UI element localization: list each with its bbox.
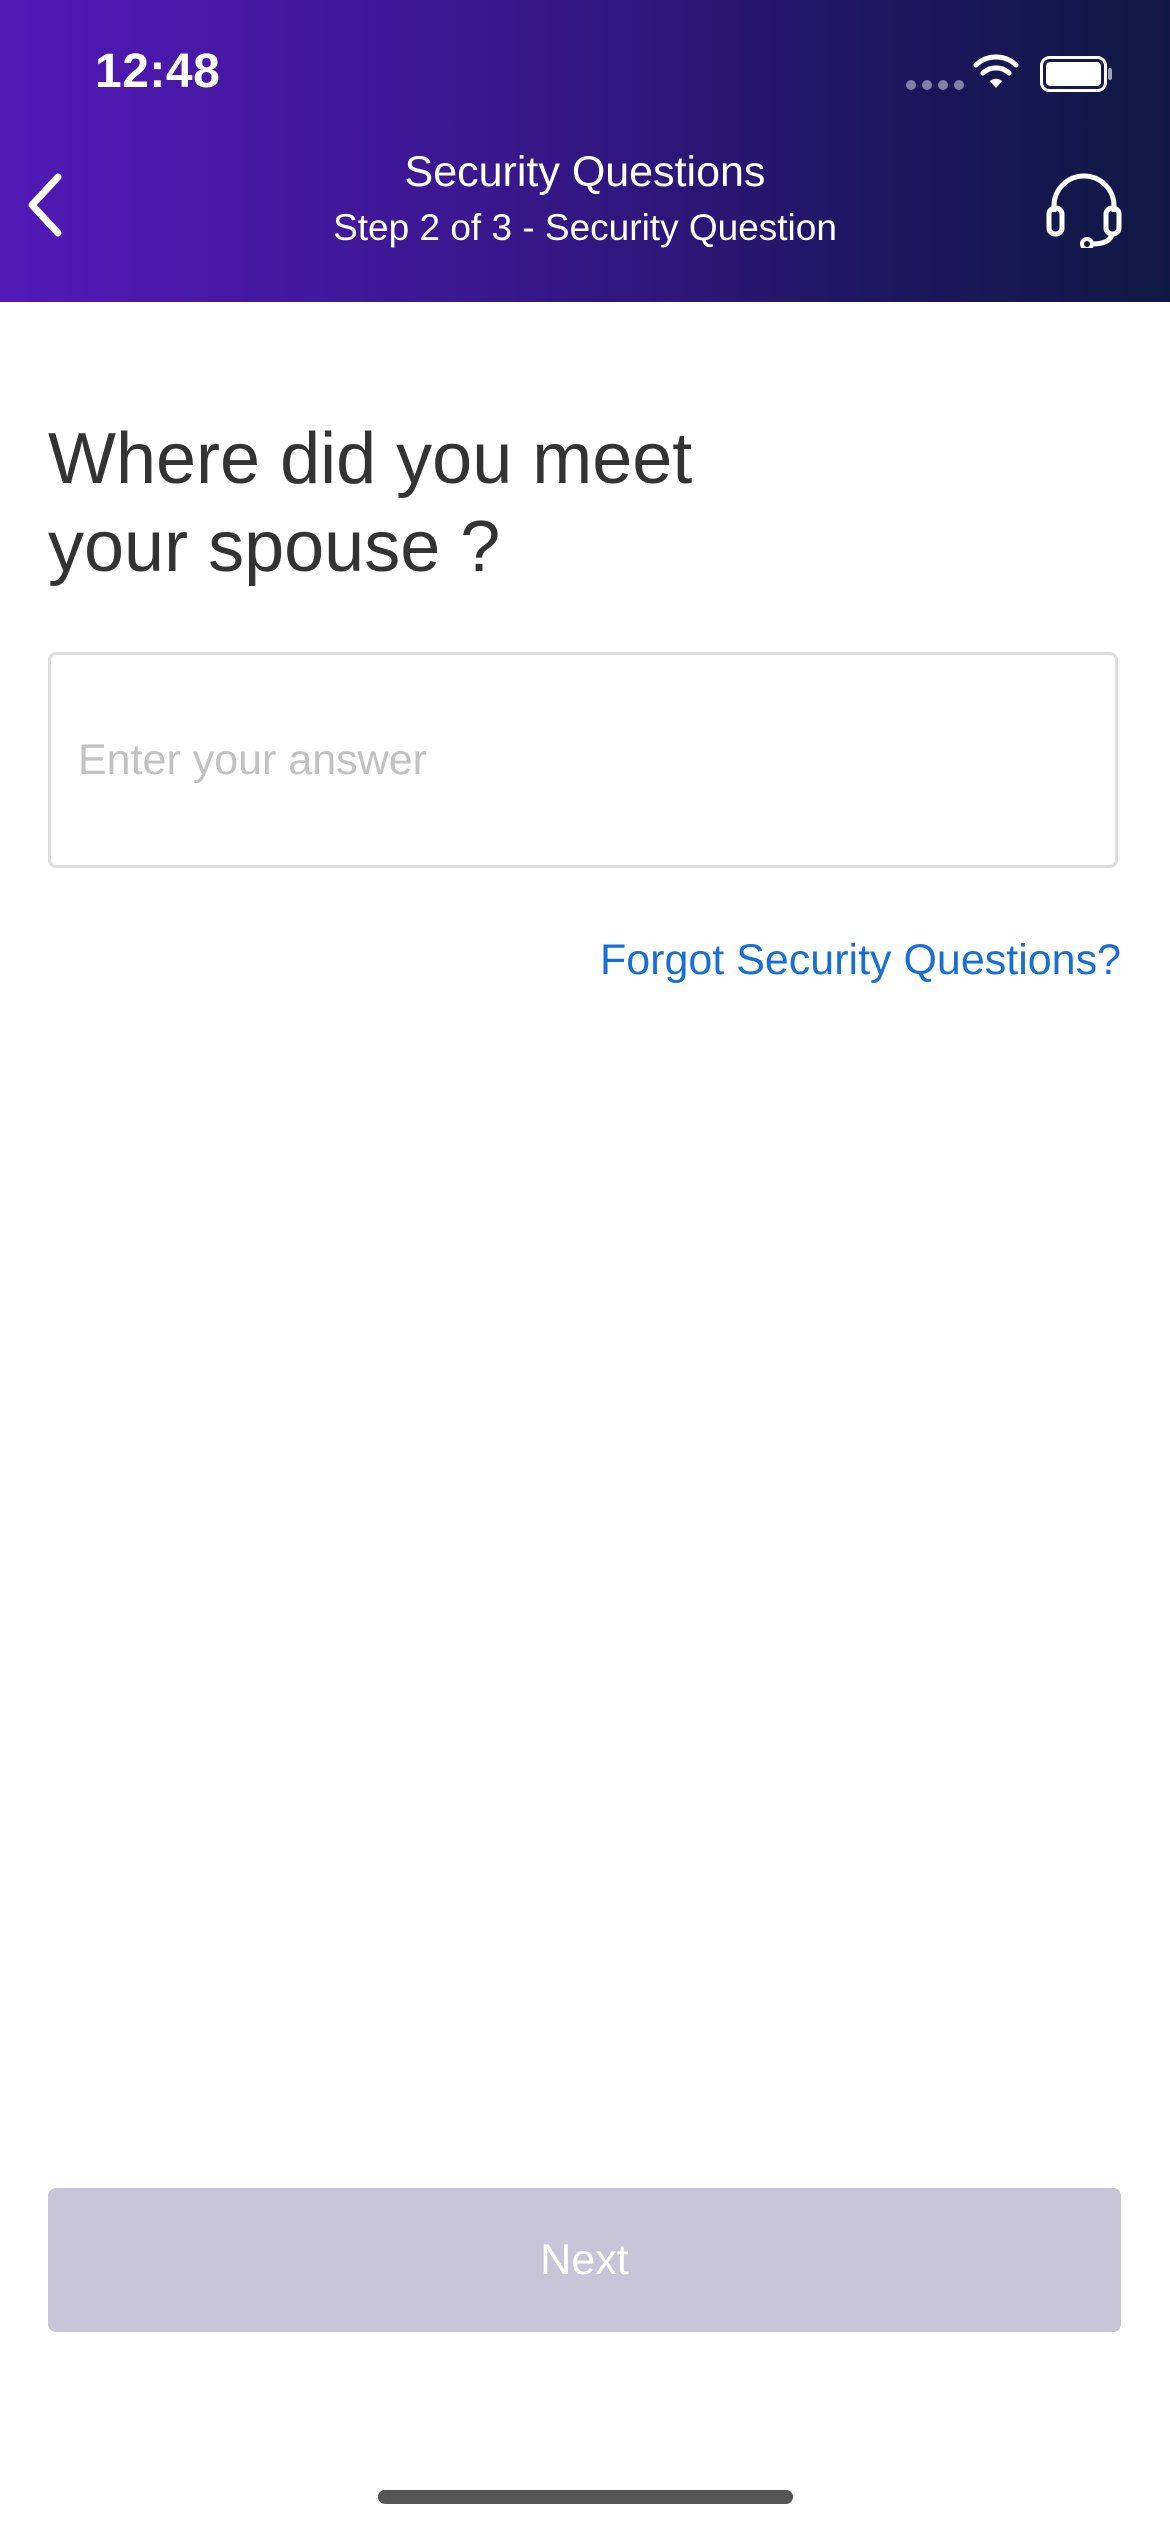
page-title: Security Questions	[404, 148, 766, 196]
app-header: 12:48 Security Questions Step 2 of 3 - S…	[0, 0, 1170, 302]
battery-icon	[1040, 56, 1112, 92]
security-question-screen: 12:48 Security Questions Step 2 of 3 - S…	[0, 0, 1170, 2532]
wifi-icon	[973, 54, 1019, 88]
security-question-text: Where did you meet your spouse ?	[48, 419, 693, 587]
support-button[interactable]	[1044, 168, 1124, 251]
home-indicator[interactable]	[378, 2490, 793, 2504]
headset-icon	[1046, 173, 1122, 251]
step-indicator: Step 2 of 3 - Security Question	[333, 207, 837, 248]
forgot-security-questions-link[interactable]: Forgot Security Questions?	[600, 932, 1121, 988]
answer-input[interactable]	[48, 652, 1118, 868]
next-button[interactable]: Next	[48, 2188, 1121, 2332]
cellular-signal-icon	[906, 80, 964, 90]
status-time: 12:48	[95, 45, 221, 98]
